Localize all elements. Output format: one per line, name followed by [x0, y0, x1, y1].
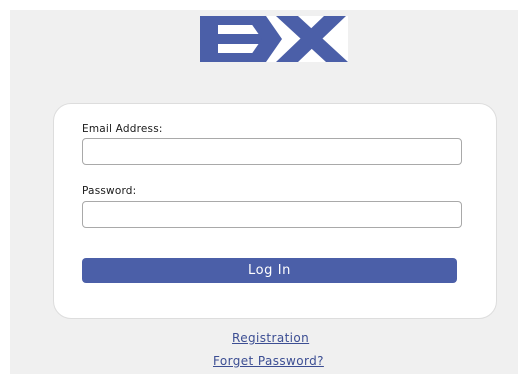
login-button[interactable]: Log In [82, 258, 457, 283]
password-field[interactable] [82, 201, 462, 228]
password-label: Password: [82, 185, 137, 197]
email-field[interactable] [82, 138, 462, 165]
forget-password-link[interactable]: Forget Password? [213, 354, 324, 368]
ex-logo [200, 16, 348, 62]
registration-link[interactable]: Registration [232, 331, 309, 345]
email-label: Email Address: [82, 123, 163, 135]
